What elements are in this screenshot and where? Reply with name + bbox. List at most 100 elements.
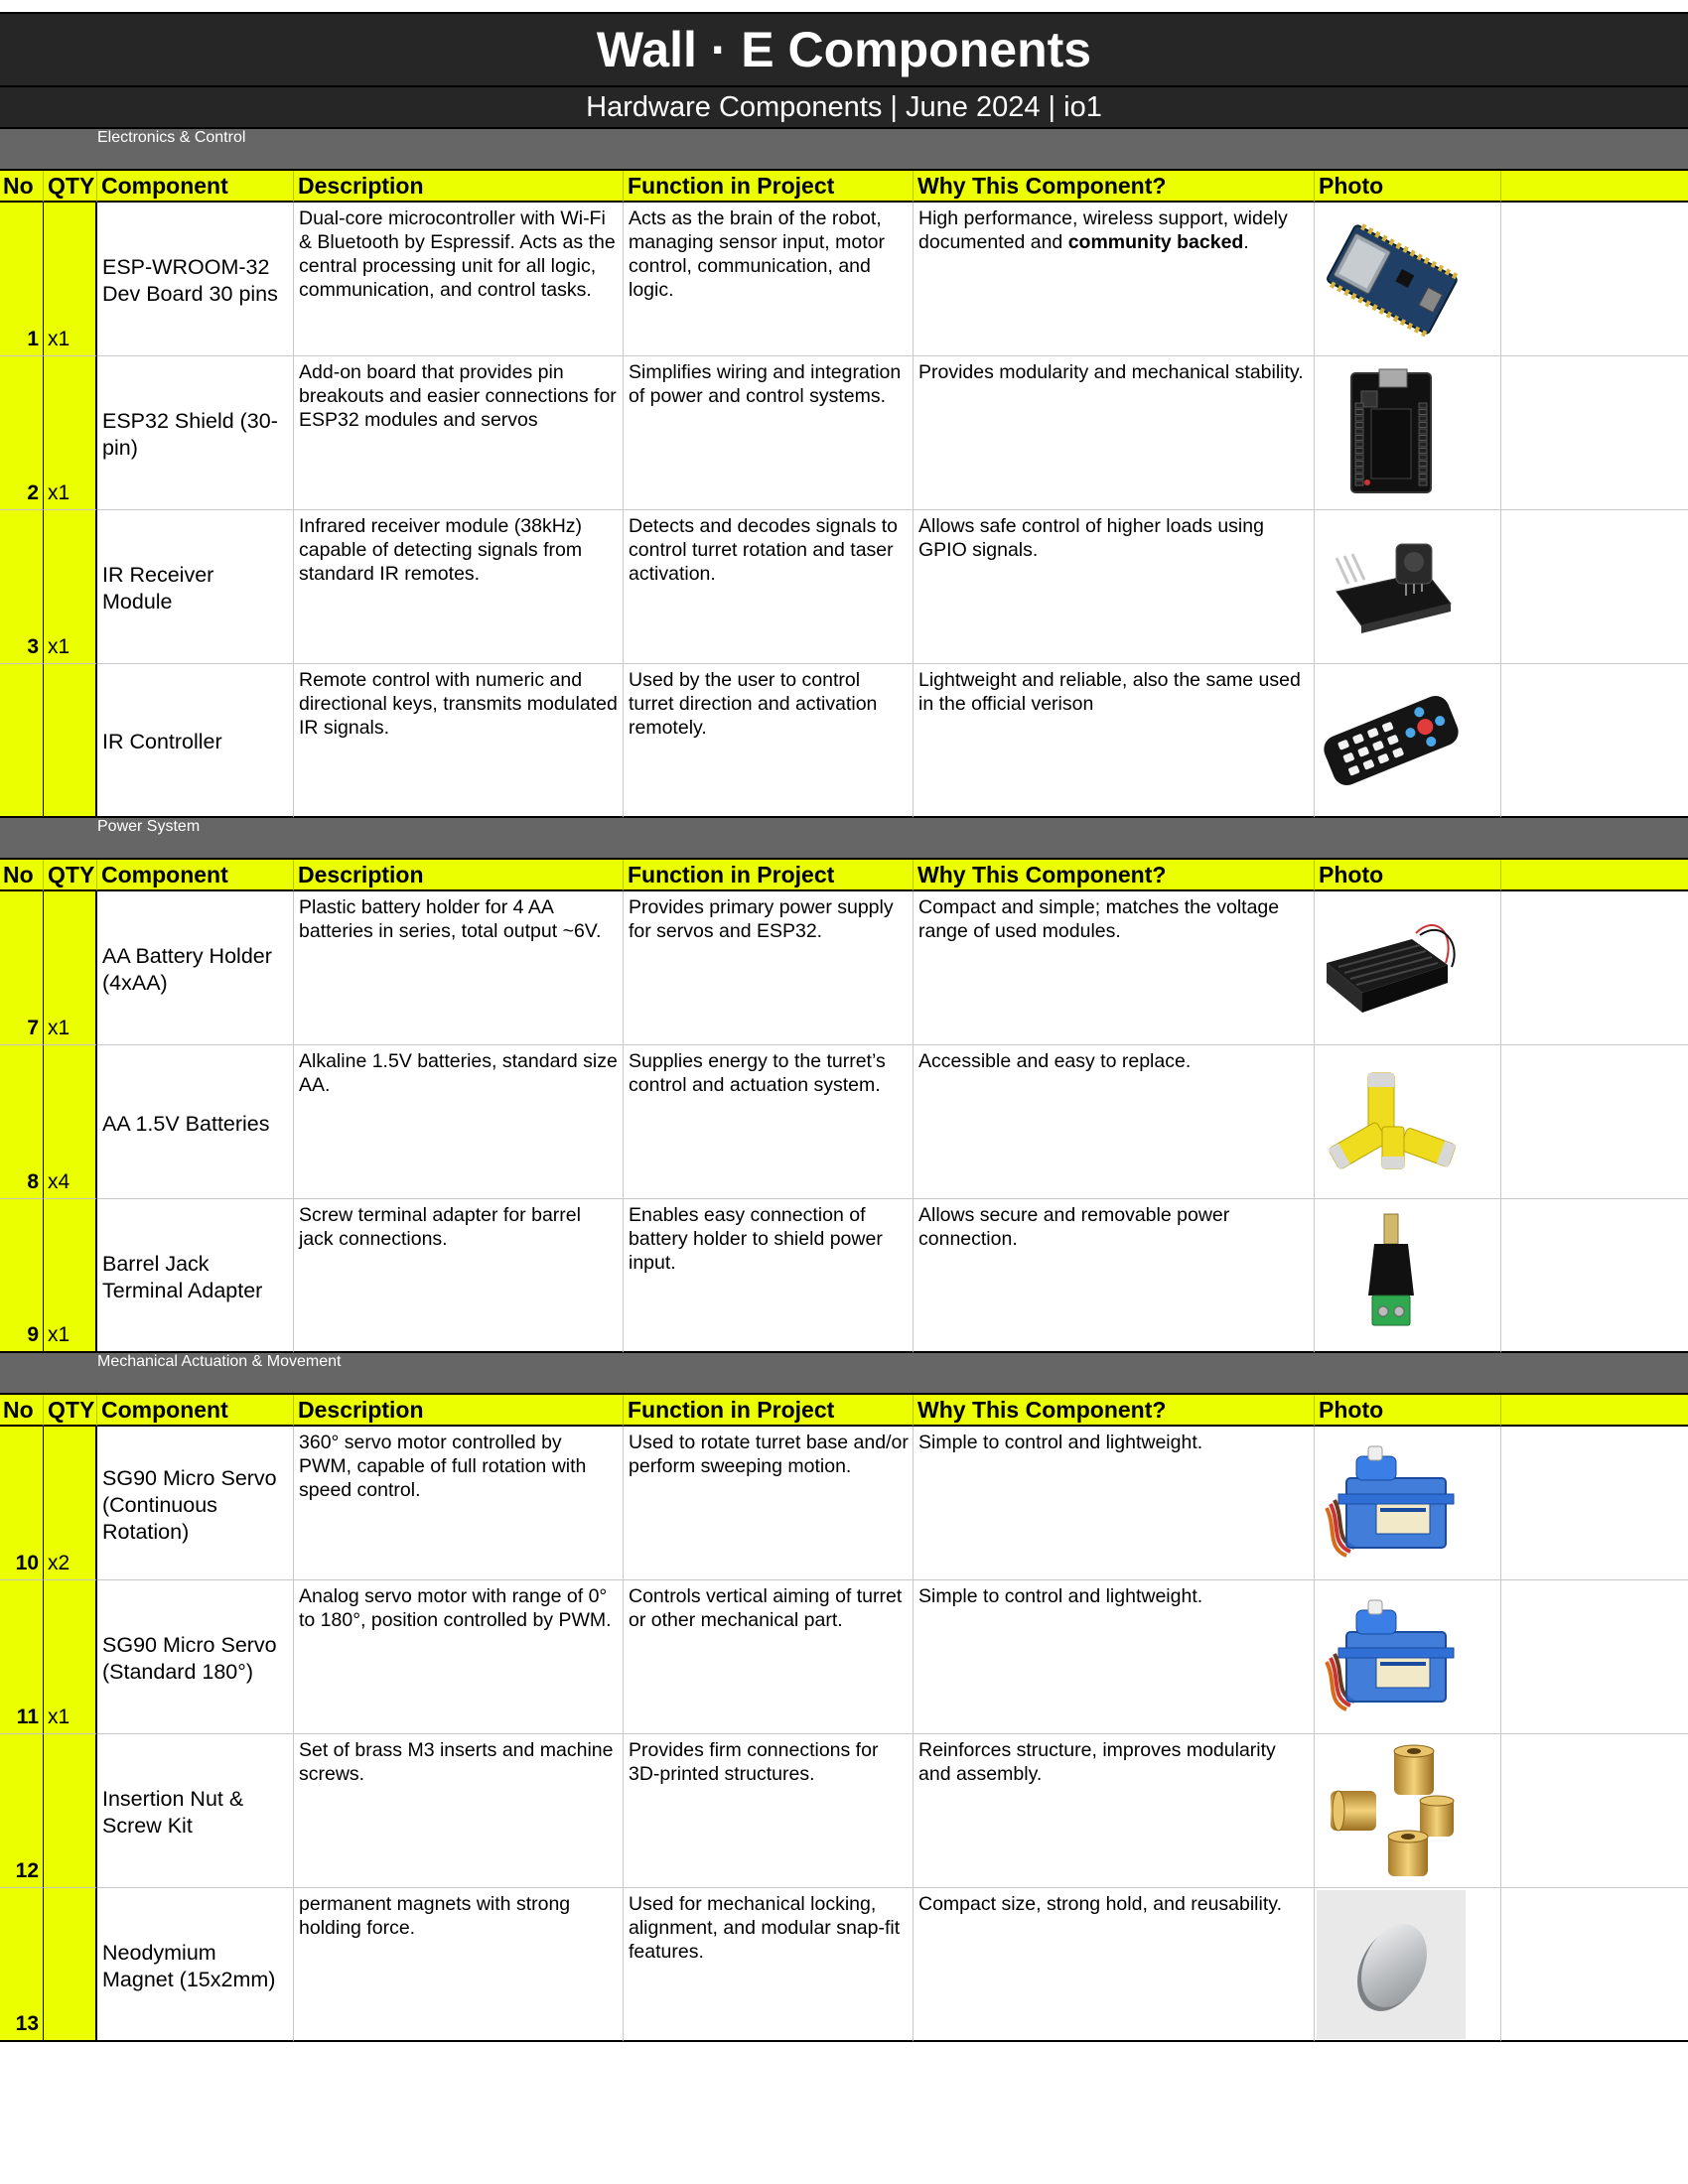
component-photo — [1315, 1045, 1501, 1199]
section-spacer — [0, 129, 44, 171]
battery-holder-image — [1315, 892, 1468, 1043]
empty-cell — [1501, 203, 1688, 356]
why-text: Compact and simple; matches the voltage … — [918, 896, 1280, 942]
row-number: 13 — [0, 1888, 44, 2042]
column-header-empty — [1501, 1395, 1688, 1427]
empty-cell — [1501, 1427, 1688, 1580]
component-why: Allows safe control of higher loads usin… — [914, 510, 1315, 664]
column-header-function: Function in Project — [624, 171, 914, 203]
column-header-no: No — [0, 171, 44, 203]
row-quantity: x1 — [44, 356, 97, 510]
component-function: Acts as the brain of the robot, managing… — [624, 203, 914, 356]
empty-cell — [1501, 1199, 1688, 1353]
empty-cell — [1501, 1045, 1688, 1199]
why-text: Simple to control and lightweight. — [918, 1585, 1203, 1607]
empty-cell — [1501, 1734, 1688, 1888]
component-why: Simple to control and lightweight. — [914, 1427, 1315, 1580]
component-name: Insertion Nut & Screw Kit — [97, 1734, 294, 1888]
esp32-shield-image — [1315, 357, 1468, 508]
section-title: Power System — [97, 818, 1688, 860]
why-text: Reinforces structure, improves modularit… — [918, 1739, 1276, 1785]
row-quantity — [44, 1888, 97, 2042]
component-description: Screw terminal adapter for barrel jack c… — [294, 1199, 624, 1353]
component-description: 360° servo motor controlled by PWM, capa… — [294, 1427, 624, 1580]
component-why: Reinforces structure, improves modularit… — [914, 1734, 1315, 1888]
component-photo — [1315, 1427, 1501, 1580]
component-why: Provides modularity and mechanical stabi… — [914, 356, 1315, 510]
empty-cell — [1501, 510, 1688, 664]
column-header-qty: QTY — [44, 860, 97, 891]
component-name: IR Controller — [97, 664, 294, 818]
section-spacer — [0, 818, 44, 860]
component-why: Compact and simple; matches the voltage … — [914, 891, 1315, 1045]
component-photo — [1315, 356, 1501, 510]
row-number: 12 — [0, 1734, 44, 1888]
component-name: AA 1.5V Batteries — [97, 1045, 294, 1199]
row-quantity: x2 — [44, 1427, 97, 1580]
row-number: 9 — [0, 1199, 44, 1353]
component-photo — [1315, 891, 1501, 1045]
component-name: Barrel Jack Terminal Adapter — [97, 1199, 294, 1353]
component-function: Used by the user to control turret direc… — [624, 664, 914, 818]
row-quantity: x1 — [44, 510, 97, 664]
empty-cell — [1501, 664, 1688, 818]
why-text: Accessible and easy to replace. — [918, 1050, 1192, 1072]
ir-remote-image — [1315, 665, 1468, 816]
component-why: Simple to control and lightweight. — [914, 1580, 1315, 1734]
column-header-component: Component — [97, 860, 294, 891]
section-2: Mechanical Actuation & Movement No QTY Comp… — [0, 1353, 1688, 2042]
row-quantity: x1 — [44, 891, 97, 1045]
component-description: Add-on board that provides pin breakouts… — [294, 356, 624, 510]
why-text: Lightweight and reliable, also the same … — [918, 669, 1301, 715]
column-header-qty: QTY — [44, 171, 97, 203]
component-function: Supplies energy to the turret’s control … — [624, 1045, 914, 1199]
section-0: Electronics & Control No QTY Component Descr… — [0, 129, 1688, 818]
servo-image — [1315, 1581, 1468, 1732]
column-header-photo: Photo — [1315, 860, 1501, 891]
section-title: Electronics & Control — [97, 129, 1688, 171]
section-spacer — [0, 1353, 44, 1395]
section-title: Mechanical Actuation & Movement — [97, 1353, 1688, 1395]
component-function: Enables easy connection of battery holde… — [624, 1199, 914, 1353]
component-why: Compact size, strong hold, and reusabili… — [914, 1888, 1315, 2042]
magnet-image — [1315, 1889, 1468, 2040]
component-why: Allows secure and removable power connec… — [914, 1199, 1315, 1353]
component-function: Detects and decodes signals to control t… — [624, 510, 914, 664]
component-description: Infrared receiver module (38kHz) capable… — [294, 510, 624, 664]
column-header-no: No — [0, 860, 44, 891]
column-header-function: Function in Project — [624, 860, 914, 891]
column-header-description: Description — [294, 860, 624, 891]
row-number: 10 — [0, 1427, 44, 1580]
section-spacer — [44, 818, 97, 860]
why-text: Compact size, strong hold, and reusabili… — [918, 1893, 1282, 1915]
column-header-empty — [1501, 860, 1688, 891]
column-header-component: Component — [97, 171, 294, 203]
batteries-image — [1315, 1046, 1468, 1197]
why-text-end: . — [1243, 231, 1249, 253]
column-header-function: Function in Project — [624, 1395, 914, 1427]
component-photo — [1315, 1734, 1501, 1888]
component-photo — [1315, 664, 1501, 818]
component-name: SG90 Micro Servo (Standard 180°) — [97, 1580, 294, 1734]
column-header-why: Why This Component? — [914, 1395, 1315, 1427]
component-name: ESP-WROOM-32 Dev Board 30 pins — [97, 203, 294, 356]
component-function: Provides firm connections for 3D-printed… — [624, 1734, 914, 1888]
sections-container: Electronics & Control No QTY Component Descr… — [0, 129, 1688, 2042]
component-function: Provides primary power supply for servos… — [624, 891, 914, 1045]
column-header-why: Why This Component? — [914, 171, 1315, 203]
component-function: Simplifies wiring and integration of pow… — [624, 356, 914, 510]
column-header-photo: Photo — [1315, 1395, 1501, 1427]
why-text: Provides modularity and mechanical stabi… — [918, 361, 1304, 383]
ir-receiver-image — [1315, 511, 1468, 662]
column-header-description: Description — [294, 171, 624, 203]
component-description: permanent magnets with strong holding fo… — [294, 1888, 624, 2042]
why-text: Allows secure and removable power connec… — [918, 1204, 1230, 1250]
row-number: 1 — [0, 203, 44, 356]
row-number: 2 — [0, 356, 44, 510]
component-description: Alkaline 1.5V batteries, standard size A… — [294, 1045, 624, 1199]
component-function: Used for mechanical locking, alignment, … — [624, 1888, 914, 2042]
component-function: Controls vertical aiming of turret or ot… — [624, 1580, 914, 1734]
column-header-qty: QTY — [44, 1395, 97, 1427]
column-header-component: Component — [97, 1395, 294, 1427]
why-text: Simple to control and lightweight. — [918, 1432, 1203, 1453]
